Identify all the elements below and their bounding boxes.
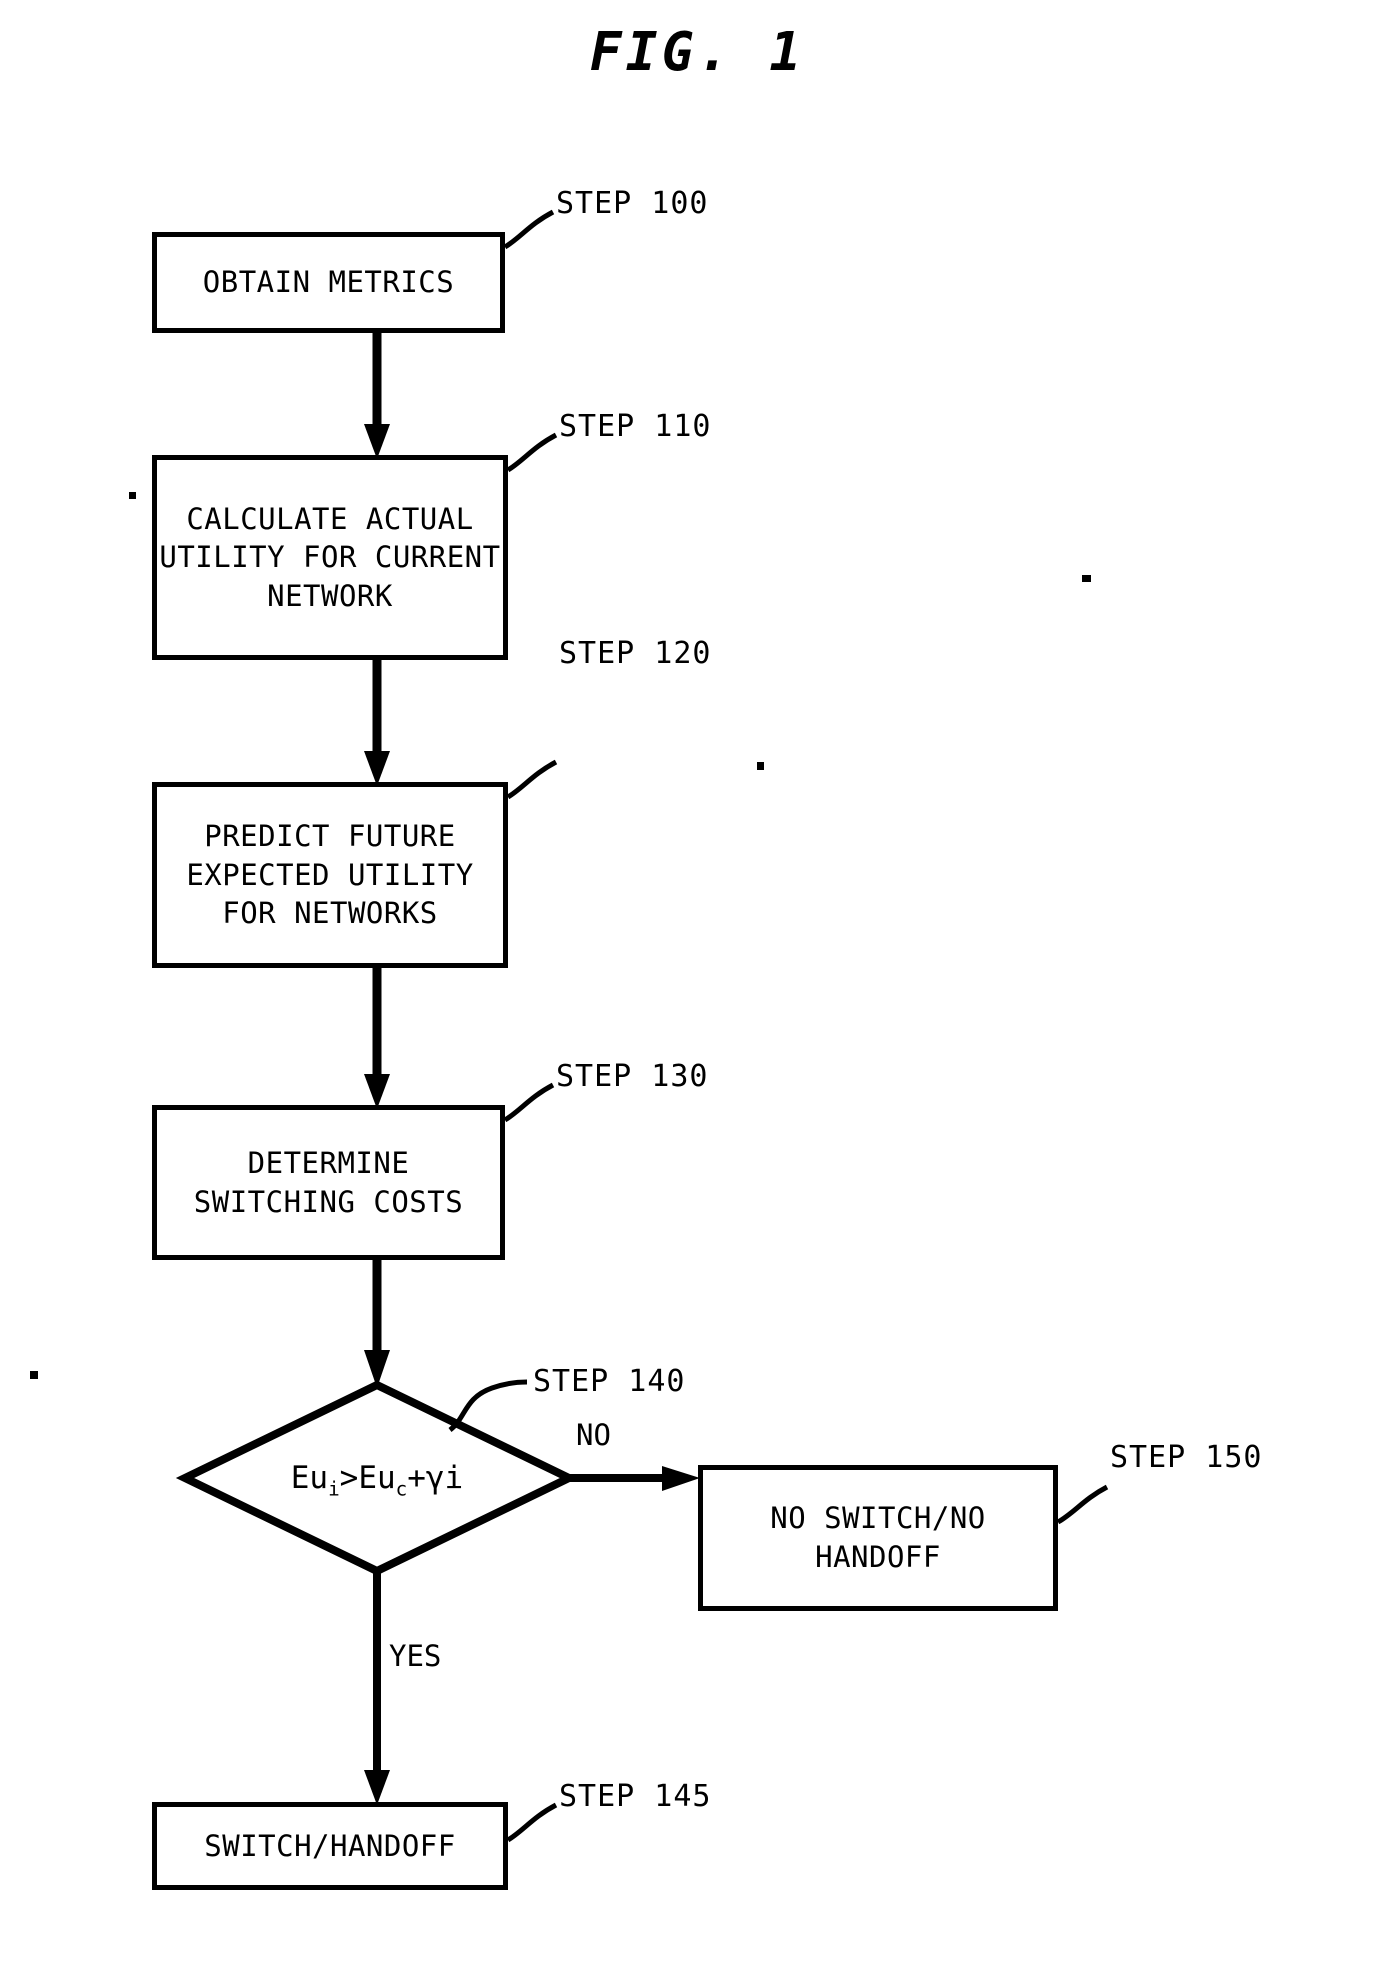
- step-label-100: STEP 100: [556, 186, 709, 221]
- process-box-switch-handoff[interactable]: SWITCH/HANDOFF: [152, 1802, 508, 1890]
- expression-part: >Eu: [339, 1460, 396, 1496]
- process-box-predict-future-utility[interactable]: PREDICT FUTURE EXPECTED UTILITY FOR NETW…: [152, 782, 508, 968]
- branch-label-yes: YES: [389, 1639, 442, 1673]
- process-box-label: PREDICT FUTURE EXPECTED UTILITY FOR NETW…: [186, 819, 474, 931]
- expression-part: +γi: [407, 1460, 464, 1496]
- decision-diamond-expression: Eui>Euc+γi: [222, 1460, 532, 1500]
- branch-label-no: NO: [576, 1418, 611, 1452]
- step-label-120: STEP 120: [559, 636, 712, 671]
- process-box-label: DETERMINE SWITCHING COSTS: [193, 1145, 464, 1219]
- expression-part: Eu: [290, 1460, 329, 1496]
- process-box-label: OBTAIN METRICS: [202, 265, 455, 300]
- scan-speck: [757, 762, 764, 770]
- expression-subscript-c: c: [395, 1477, 408, 1501]
- step-label-150: STEP 150: [1110, 1440, 1263, 1475]
- figure-title: FIG. 1: [589, 22, 806, 83]
- process-box-label: NO SWITCH/NO HANDOFF: [770, 1501, 986, 1574]
- figure-canvas: FIG. 1 OBTAIN METRICS STEP 100 CALCULATE…: [0, 0, 1395, 1963]
- step-label-145: STEP 145: [559, 1779, 712, 1814]
- scan-speck: [129, 492, 136, 499]
- process-box-label: CALCULATE ACTUAL UTILITY FOR CURRENT NET…: [159, 501, 501, 613]
- expression-subscript-i: i: [328, 1477, 340, 1501]
- process-box-label: SWITCH/HANDOFF: [204, 1828, 456, 1863]
- process-box-calculate-actual-utility[interactable]: CALCULATE ACTUAL UTILITY FOR CURRENT NET…: [152, 455, 508, 660]
- step-label-140: STEP 140: [533, 1364, 686, 1399]
- process-box-determine-switching-costs[interactable]: DETERMINE SWITCHING COSTS: [152, 1105, 505, 1260]
- step-label-130: STEP 130: [556, 1059, 709, 1094]
- step-label-110: STEP 110: [559, 409, 712, 444]
- scan-speck: [30, 1371, 38, 1379]
- process-box-no-switch-no-handoff[interactable]: NO SWITCH/NO HANDOFF: [698, 1465, 1058, 1611]
- process-box-obtain-metrics[interactable]: OBTAIN METRICS: [152, 232, 505, 333]
- scan-speck: [1082, 575, 1091, 582]
